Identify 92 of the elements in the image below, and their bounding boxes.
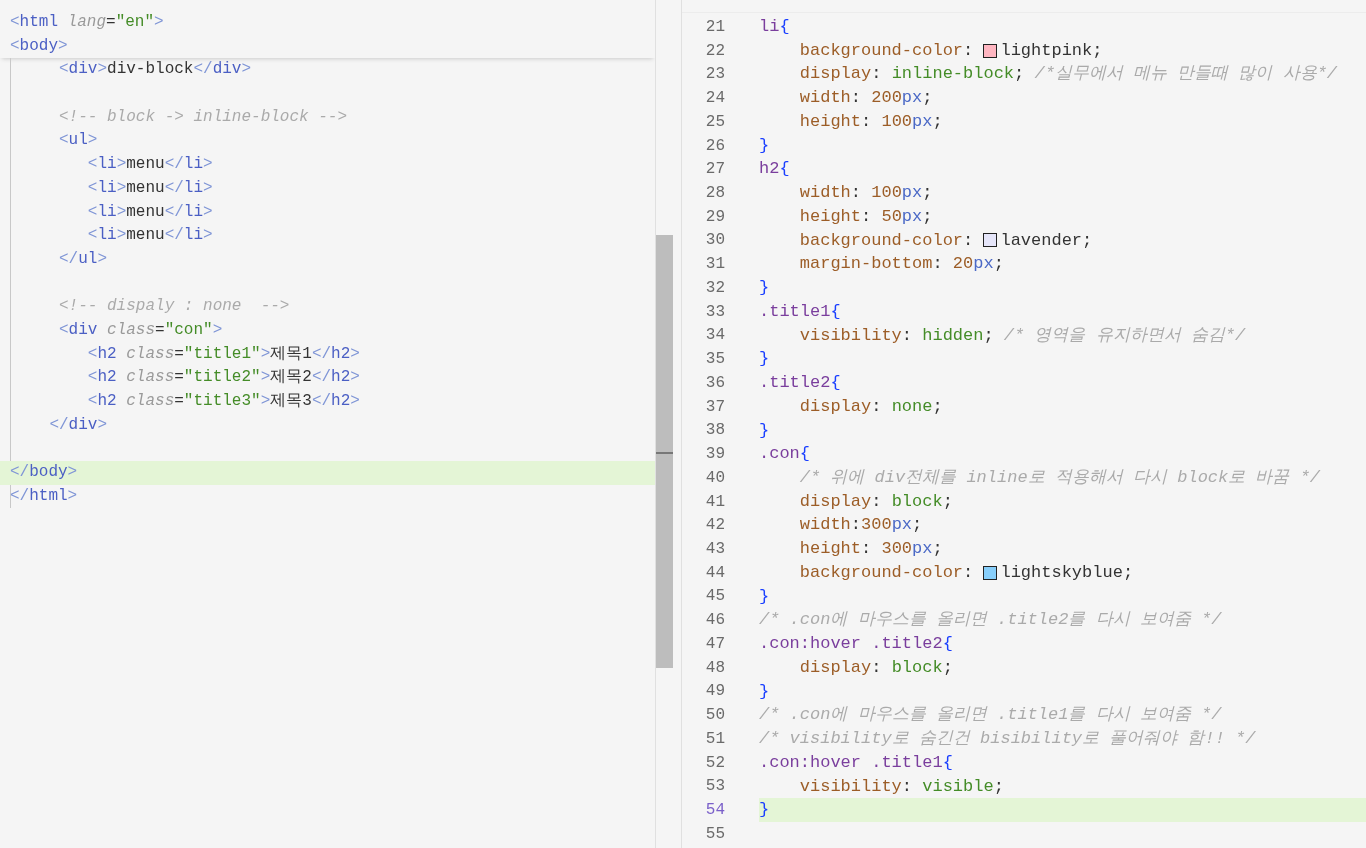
code-text: .con:hover .title2{ xyxy=(759,633,953,656)
line-number: 41 xyxy=(704,492,725,511)
code-text: lavender; xyxy=(1000,229,1093,252)
line-number: 38 xyxy=(704,421,725,440)
line-number: 37 xyxy=(704,397,725,416)
code-text: display: none; xyxy=(798,395,943,418)
code-text: visibility: visible; xyxy=(798,775,1004,798)
code-text: width: 100px; xyxy=(798,182,933,205)
code-text: /* visibility로 숨긴건 bisibility로 풀어줘야 함!! */ xyxy=(759,728,1256,751)
code-text: height: 100px; xyxy=(798,110,943,133)
code-text: } xyxy=(759,680,770,703)
line-number: 22 xyxy=(704,41,725,60)
line-number: 51 xyxy=(704,729,725,748)
line-number: 39 xyxy=(704,445,725,464)
line-number: 34 xyxy=(704,326,725,345)
line-number: 47 xyxy=(704,634,725,653)
code-text: /* .con에 마우스를 올리면 .title1를 다시 보여줌 */ xyxy=(759,704,1222,727)
code-text: <h2 class="title2">제목2</h2> xyxy=(86,367,360,389)
code-text: background-color: xyxy=(798,39,975,62)
code-text: } xyxy=(759,348,770,371)
line-number: 29 xyxy=(704,207,725,226)
line-number: 33 xyxy=(704,302,725,321)
code-text: } xyxy=(759,799,770,822)
code-text: .con{ xyxy=(759,443,810,466)
code-text: } xyxy=(759,419,770,442)
code-text: <body> xyxy=(10,35,68,57)
code-text: <div class="con"> xyxy=(58,319,223,341)
line-number: 24 xyxy=(704,89,725,108)
line-number: 26 xyxy=(704,136,725,155)
code-text: <div>div-block</div> xyxy=(58,59,252,81)
code-text: <html lang="en"> xyxy=(10,12,164,33)
code-text: display: inline-block; /*실무에서 메뉴 만들때 많이 사용*/ xyxy=(798,63,1338,86)
line-number: 25 xyxy=(704,112,725,131)
code-text: lightskyblue; xyxy=(1000,561,1134,584)
line-number: 44 xyxy=(704,563,725,582)
code-text: height: 50px; xyxy=(798,205,933,228)
line-number: 30 xyxy=(704,231,725,250)
line-number: 46 xyxy=(704,611,725,630)
line-number: 40 xyxy=(704,468,725,487)
code-text: height: 300px; xyxy=(798,538,943,561)
code-text: } xyxy=(759,585,770,608)
line-number: 55 xyxy=(704,824,725,843)
line-number: 27 xyxy=(704,160,725,179)
code-text: display: block; xyxy=(798,656,953,679)
code-text: width: 200px; xyxy=(798,87,933,110)
line-number: 42 xyxy=(704,516,725,535)
line-number: 52 xyxy=(704,753,725,772)
code-text: li{ xyxy=(759,16,790,38)
line-number: 50 xyxy=(704,706,725,725)
code-text: .con:hover .title1{ xyxy=(759,751,953,774)
code-text: </html> xyxy=(10,485,78,507)
code-text: <li>menu</li> xyxy=(86,177,213,199)
code-text: width:300px; xyxy=(798,514,923,537)
line-number: 28 xyxy=(704,184,725,202)
line-number: 35 xyxy=(704,350,725,369)
code-text: <li>menu</li> xyxy=(86,201,213,223)
line-number: 45 xyxy=(704,587,725,606)
code-text: </div> xyxy=(48,414,108,436)
code-text: </ul> xyxy=(58,248,108,270)
scrollbar-thumb[interactable] xyxy=(656,235,673,668)
code-text: background-color: xyxy=(798,229,975,252)
code-text: background-color: xyxy=(798,561,975,584)
line-number: 54 xyxy=(704,801,725,820)
code-text: <h2 class="title1">제목1</h2> xyxy=(86,343,360,365)
line-number: 49 xyxy=(704,682,725,701)
code-text: <ul> xyxy=(58,130,98,152)
code-text: lightpink; xyxy=(1000,39,1103,62)
code-text: </body> xyxy=(10,462,78,484)
line-number: 21 xyxy=(704,17,725,36)
code-text: <!-- block -> inline-block --> xyxy=(58,106,348,128)
line-number: 43 xyxy=(704,540,725,558)
code-text: <!-- dispaly : none --> xyxy=(58,296,290,318)
code-text: /* .con에 마우스를 올리면 .title2를 다시 보여줌 */ xyxy=(759,609,1222,632)
line-number: 31 xyxy=(704,255,725,274)
line-number: 23 xyxy=(704,65,725,84)
line-number: 48 xyxy=(704,658,725,677)
code-text: <h2 class="title3">제목3</h2> xyxy=(86,391,360,412)
code-text: .title1{ xyxy=(759,300,841,323)
code-text: .title2{ xyxy=(759,372,841,395)
code-text: /* 위에 div전체를 inline로 적용해서 다시 block로 바꿈 */ xyxy=(798,466,1321,489)
code-text: <li>menu</li> xyxy=(86,154,213,176)
code-text: visibility: hidden; /* 영역을 유지하면서 숨김*/ xyxy=(798,324,1246,347)
code-text: margin-bottom: 20px; xyxy=(798,253,1004,276)
line-number: 53 xyxy=(704,777,725,796)
code-text: } xyxy=(759,134,770,157)
line-number: 32 xyxy=(704,278,725,297)
code-text: display: block; xyxy=(798,490,953,513)
scrollbar[interactable] xyxy=(655,0,673,848)
code-text: <li>menu</li> xyxy=(86,225,213,247)
line-number: 36 xyxy=(704,373,725,392)
code-text: } xyxy=(759,277,770,300)
code-text: h2{ xyxy=(759,158,790,181)
